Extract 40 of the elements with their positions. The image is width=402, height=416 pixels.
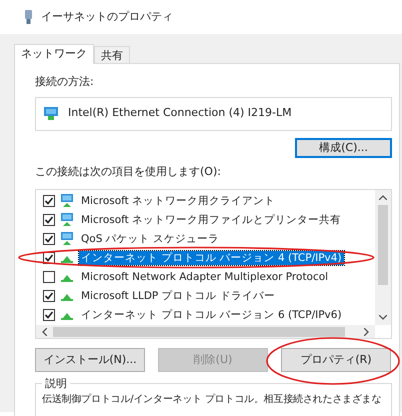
- scroll-thumb[interactable]: [378, 205, 388, 285]
- checkbox[interactable]: [43, 214, 55, 226]
- scroll-up-icon[interactable]: [379, 195, 387, 200]
- list-item[interactable]: Microsoft ネットワーク用ファイルとプリンター共有: [79, 212, 344, 226]
- dialog-button[interactable]: インストール(N)...: [35, 348, 145, 372]
- scroll-thumb[interactable]: [53, 326, 345, 337]
- network-adapter-icon: [44, 107, 58, 120]
- network-protocol-icon: [60, 275, 74, 282]
- tab[interactable]: 共有: [94, 46, 130, 63]
- checkbox[interactable]: [43, 308, 55, 320]
- monitor-icon: [60, 213, 74, 226]
- scroll-right-icon[interactable]: [364, 328, 369, 336]
- list-item[interactable]: インターネット プロトコル バージョン 4 (TCP/IPv4): [79, 250, 344, 264]
- vertical-scrollbar[interactable]: [375, 190, 391, 326]
- ethernet-plug-icon: [24, 10, 33, 24]
- items-label: この接続は次の項目を使用します(O):: [35, 164, 222, 180]
- list-item[interactable]: Microsoft Network Adapter Multiplexor Protocol: [79, 270, 330, 284]
- checkbox[interactable]: [43, 290, 55, 302]
- connect-using-label: 接続の方法:: [35, 74, 95, 90]
- network-protocol-icon: [60, 294, 74, 301]
- network-protocol-icon: [60, 256, 74, 263]
- list-item[interactable]: Microsoft ネットワーク用クライアント: [79, 194, 278, 208]
- monitor-icon: [60, 232, 74, 245]
- configure-button[interactable]: 構成(C)...: [295, 138, 392, 158]
- scroll-down-icon[interactable]: [379, 315, 387, 320]
- tab[interactable]: ネットワーク: [14, 44, 94, 64]
- adapter-name: Intel(R) Ethernet Connection (4) I219-LM: [68, 105, 292, 122]
- description-text: 伝送制御プロトコル/インターネット プロトコル。相互接続されたさまざまな: [42, 393, 382, 407]
- list-item[interactable]: Microsoft LLDP プロトコル ドライバー: [79, 288, 277, 302]
- window-title: イーサネットのプロパティ: [41, 8, 173, 25]
- list-item[interactable]: QoS パケット スケジューラ: [79, 232, 222, 246]
- network-protocol-icon: [60, 313, 74, 320]
- checkbox[interactable]: [43, 270, 55, 282]
- dialog-button[interactable]: プロパティ(R): [281, 348, 391, 372]
- checkbox[interactable]: [43, 194, 55, 206]
- horizontal-scrollbar[interactable]: [36, 325, 375, 338]
- list-item[interactable]: インターネット プロトコル バージョン 6 (TCP/IPv6): [79, 308, 344, 322]
- monitor-icon: [60, 194, 74, 207]
- scroll-left-icon[interactable]: [42, 328, 47, 336]
- checkbox[interactable]: [43, 232, 55, 244]
